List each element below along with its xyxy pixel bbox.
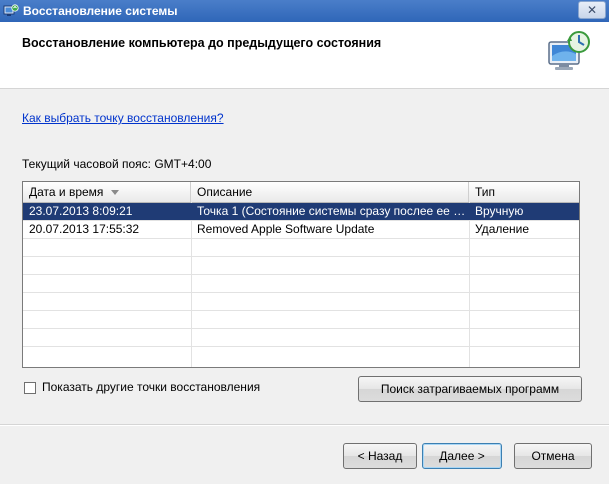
cancel-button[interactable]: Отмена (514, 443, 592, 469)
empty-row (23, 329, 579, 347)
wizard-header: Восстановление компьютера до предыдущего… (0, 22, 609, 89)
table-row[interactable]: 23.07.2013 8:09:21 Точка 1 (Состояние си… (23, 203, 579, 221)
back-button[interactable]: < Назад (343, 443, 417, 469)
row-description: Removed Apple Software Update (197, 222, 375, 236)
row-description: Точка 1 (Состояние системы сразу послее … (197, 204, 466, 218)
empty-row (23, 347, 579, 365)
timezone-label: Текущий часовой пояс: GMT+4:00 (22, 157, 212, 171)
scan-affected-programs-button[interactable]: Поиск затрагиваемых программ (358, 376, 582, 402)
empty-row (23, 275, 579, 293)
next-button[interactable]: Далее > (422, 443, 502, 469)
empty-row (23, 257, 579, 275)
restore-points-table[interactable]: Дата и время Описание Тип 23.07.2013 8:0… (22, 181, 580, 368)
window-title: Восстановление системы (23, 4, 178, 18)
title-bar: Восстановление системы ✕ (0, 0, 609, 23)
system-restore-window: Восстановление системы ✕ Восстановление … (0, 0, 609, 484)
column-header-label: Дата и время (29, 185, 104, 199)
row-date: 20.07.2013 17:55:32 (29, 222, 140, 236)
table-header: Дата и время Описание Тип (23, 182, 579, 203)
column-header-date[interactable]: Дата и время (23, 182, 191, 202)
column-header-description[interactable]: Описание (191, 182, 469, 202)
row-type: Вручную (475, 204, 524, 218)
sort-down-icon (111, 190, 120, 196)
empty-row (23, 239, 579, 257)
empty-row (23, 293, 579, 311)
system-restore-app-icon (3, 4, 19, 16)
page-title: Восстановление компьютера до предыдущего… (22, 36, 382, 50)
footer-divider-highlight (0, 425, 609, 426)
show-more-restore-points-checkbox[interactable] (24, 382, 36, 394)
close-icon: ✕ (586, 3, 598, 17)
column-header-type[interactable]: Тип (469, 182, 579, 202)
column-header-label: Описание (197, 185, 253, 199)
show-more-restore-points-label[interactable]: Показать другие точки восстановления (42, 380, 260, 394)
column-header-label: Тип (475, 185, 496, 199)
empty-row (23, 311, 579, 329)
how-to-choose-restore-point-link[interactable]: Как выбрать точку восстановления? (22, 111, 224, 125)
system-restore-icon (548, 31, 590, 70)
close-button[interactable]: ✕ (578, 1, 606, 19)
table-row[interactable]: 20.07.2013 17:55:32 Removed Apple Softwa… (23, 221, 579, 239)
row-date: 23.07.2013 8:09:21 (29, 204, 133, 218)
row-type: Удаление (475, 222, 530, 236)
